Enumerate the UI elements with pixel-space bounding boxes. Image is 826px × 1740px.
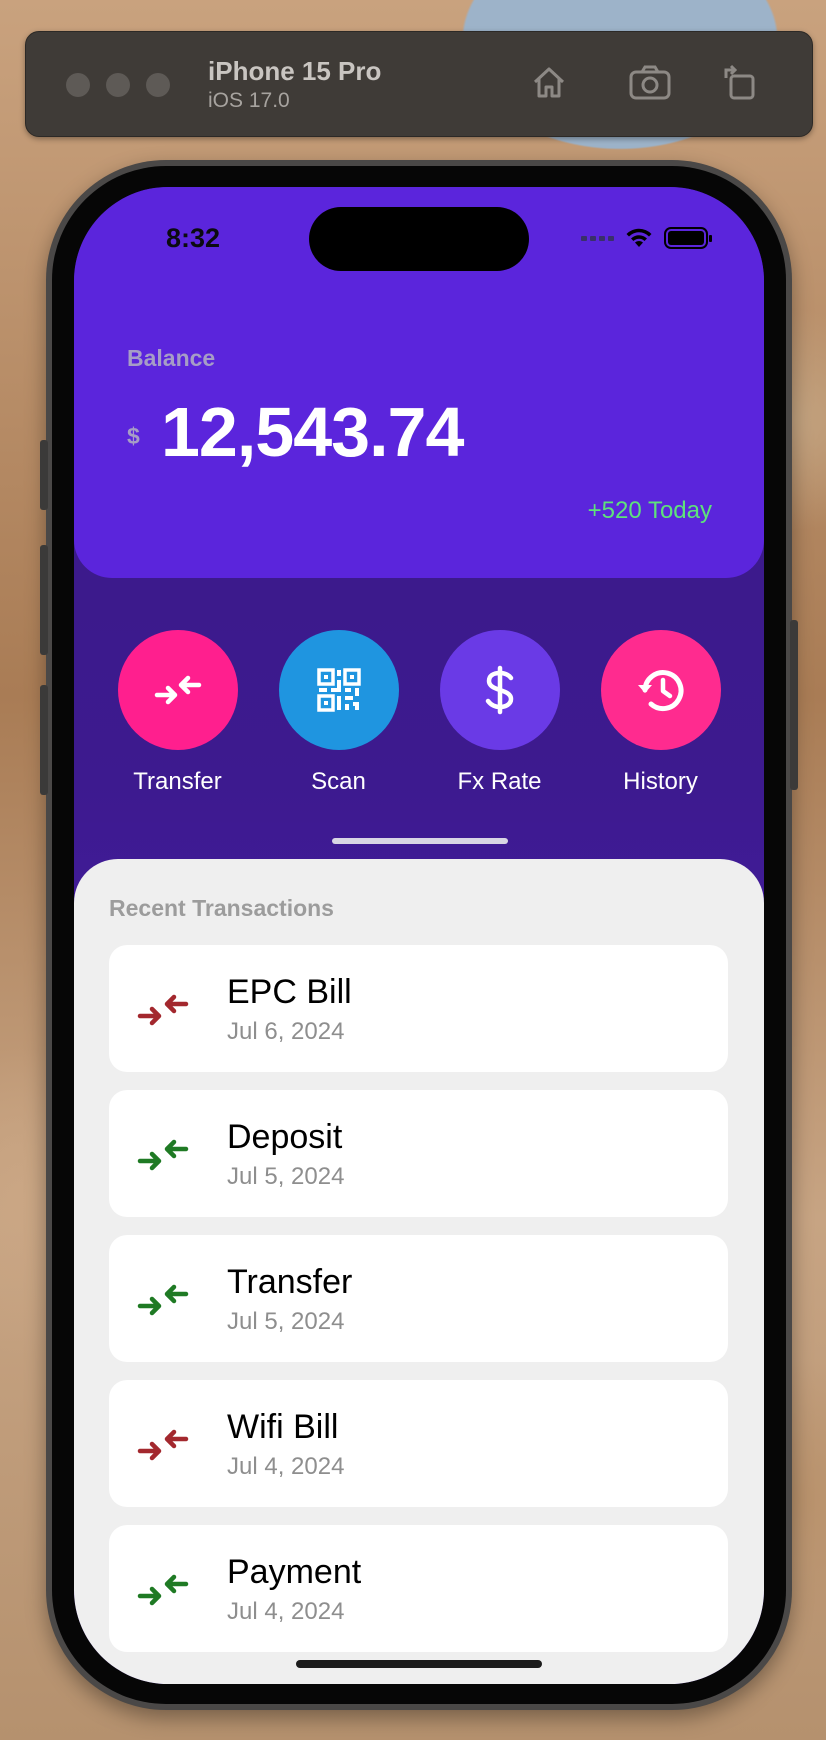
- transaction-name: EPC Bill: [227, 973, 352, 1011]
- fx-rate-action[interactable]: Fx Rate: [419, 630, 580, 796]
- transaction-name: Wifi Bill: [227, 1408, 339, 1446]
- status-time: 8:32: [166, 223, 221, 253]
- power-button: [790, 620, 798, 790]
- transfer-action-label: Transfer: [133, 768, 222, 795]
- transactions-title: Recent Transactions: [109, 895, 334, 921]
- outgoing-transfer-icon: [137, 1429, 189, 1461]
- transfer-action-button[interactable]: [117, 630, 238, 750]
- screenshot-icon[interactable]: [628, 62, 672, 102]
- fx-rate-action-button[interactable]: [439, 630, 560, 750]
- currency-symbol: $: [127, 423, 140, 449]
- history-action[interactable]: History: [580, 630, 741, 796]
- home-indicator[interactable]: [296, 1660, 542, 1668]
- fx-rate-action-label: Fx Rate: [457, 768, 542, 795]
- wifi-icon: [626, 228, 652, 247]
- scan-action-button[interactable]: [278, 630, 399, 750]
- balance-amount: 12,543.74: [161, 393, 464, 471]
- history-action-label: History: [623, 768, 698, 795]
- transfer-action[interactable]: Transfer: [97, 630, 258, 796]
- transaction-date: Jul 4, 2024: [227, 1453, 345, 1480]
- incoming-transfer-icon: [137, 1574, 189, 1606]
- balance-label: Balance: [127, 345, 216, 371]
- transaction-name: Deposit: [227, 1118, 343, 1156]
- cellular-icon: [581, 235, 614, 241]
- simulator-os-version: iOS 17.0: [208, 89, 290, 112]
- transaction-row[interactable]: EPC Bill Jul 6, 2024: [109, 945, 728, 1072]
- scan-action-label: Scan: [311, 768, 366, 795]
- transfer-arrows-icon: [154, 675, 201, 705]
- incoming-transfer-icon: [137, 1284, 189, 1316]
- rotate-icon[interactable]: [720, 62, 760, 102]
- history-action-button[interactable]: [600, 630, 721, 750]
- window-minimize-button[interactable]: [106, 73, 130, 97]
- transactions-list: EPC Bill Jul 6, 2024 Deposit Jul 5, 2024…: [109, 945, 728, 1670]
- simulator-toolbar: [25, 31, 813, 137]
- sheet-grabber[interactable]: [332, 838, 508, 844]
- transaction-row[interactable]: Wifi Bill Jul 4, 2024: [109, 1380, 728, 1507]
- quick-actions: Transfer Scan Fx Rate History: [74, 630, 764, 796]
- window-close-button[interactable]: [66, 73, 90, 97]
- history-clock-icon: [637, 670, 683, 712]
- dollar-icon: [485, 665, 513, 715]
- window-zoom-button[interactable]: [146, 73, 170, 97]
- transaction-date: Jul 4, 2024: [227, 1598, 345, 1625]
- transaction-row[interactable]: Deposit Jul 5, 2024: [109, 1090, 728, 1217]
- scan-action[interactable]: Scan: [258, 630, 419, 796]
- status-icons: [581, 227, 712, 249]
- transaction-date: Jul 5, 2024: [227, 1308, 345, 1335]
- transaction-name: Payment: [227, 1553, 362, 1591]
- home-icon[interactable]: [529, 62, 569, 102]
- incoming-transfer-icon: [137, 1139, 189, 1171]
- app-screen: Balance $ 12,543.74 +520 Today 8:32 Tran…: [74, 187, 764, 1684]
- transactions-sheet: Recent Transactions EPC Bill Jul 6, 2024…: [74, 859, 764, 1684]
- transaction-row[interactable]: Transfer Jul 5, 2024: [109, 1235, 728, 1362]
- transaction-name: Transfer: [227, 1263, 353, 1301]
- transaction-row[interactable]: Payment Jul 4, 2024: [109, 1525, 728, 1652]
- simulator-device-name: iPhone 15 Pro: [208, 56, 382, 86]
- volume-down-button: [40, 685, 48, 795]
- dynamic-island: [309, 207, 529, 271]
- balance-change: +520 Today: [587, 497, 712, 524]
- volume-up-button: [40, 545, 48, 655]
- outgoing-transfer-icon: [137, 994, 189, 1026]
- qr-code-icon: [316, 668, 361, 712]
- transaction-date: Jul 6, 2024: [227, 1018, 345, 1045]
- transaction-date: Jul 5, 2024: [227, 1163, 345, 1190]
- action-button: [40, 440, 48, 510]
- battery-icon: [664, 227, 712, 249]
